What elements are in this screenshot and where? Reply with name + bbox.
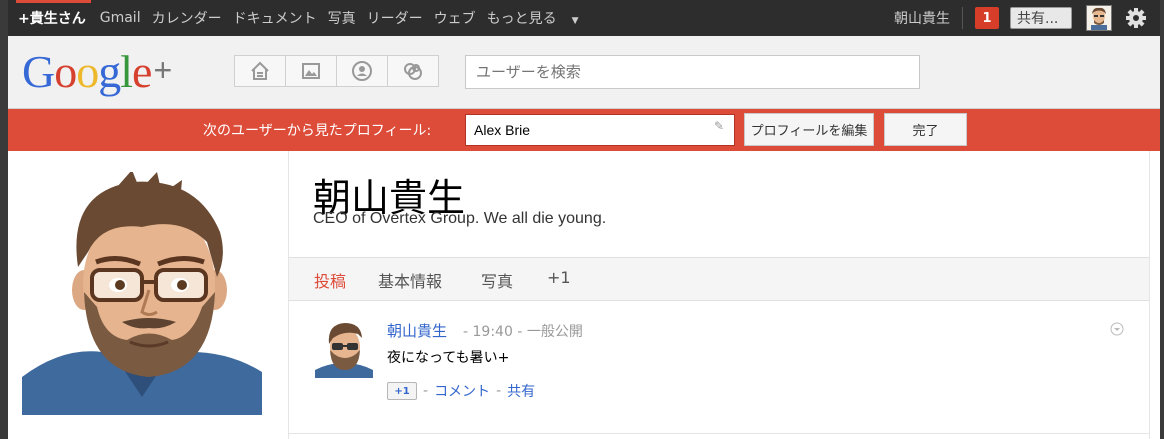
post-time[interactable]: 19:40	[473, 324, 513, 340]
window-edge-left	[0, 0, 8, 439]
photos-icon[interactable]	[285, 55, 337, 87]
share-button[interactable]: 共有...	[1010, 7, 1072, 29]
profile-tagline: CEO of Overtex Group. We all die young.	[313, 210, 607, 227]
nav-reader[interactable]: リーダー	[367, 8, 423, 28]
tab-photos[interactable]: 写真	[481, 268, 513, 292]
comment-link[interactable]: コメント	[434, 381, 490, 401]
logo-plus: +	[153, 52, 172, 88]
post-visibility[interactable]: 一般公開	[527, 324, 583, 340]
avatar-icon[interactable]	[1086, 5, 1112, 31]
post-divider	[289, 433, 1149, 434]
window-edge-right	[1160, 0, 1164, 439]
profile-icon[interactable]	[336, 55, 388, 87]
post-actions: +1 - コメント - 共有	[387, 381, 535, 401]
header: Google+	[8, 36, 1160, 109]
top-nav: +貴生さん Gmail カレンダー ドキュメント 写真 リーダー ウェブ もっと…	[18, 0, 601, 36]
logo-letter: l	[120, 46, 133, 97]
tab-posts[interactable]: 投稿	[314, 268, 346, 292]
nav-me[interactable]: +貴生さん	[18, 8, 86, 28]
logo-letter: G	[22, 46, 55, 97]
plus-one-button[interactable]: +1	[387, 382, 417, 400]
edit-profile-button[interactable]: プロフィールを編集	[744, 113, 874, 146]
profile-content: 朝山貴生 CEO of Overtex Group. We all die yo…	[288, 151, 1150, 439]
caret-down-icon: ▼	[571, 16, 579, 26]
top-bar-right: 朝山貴生 1 共有...	[894, 0, 1160, 36]
action-dash: -	[423, 383, 429, 399]
post-author-avatar[interactable]	[315, 320, 373, 378]
view-as-bar: 次のユーザーから見たプロフィール: ✎ プロフィールを編集 完了	[8, 109, 1160, 151]
post-menu-chevron-icon[interactable]	[1110, 321, 1124, 336]
tab-about[interactable]: 基本情報	[378, 268, 442, 292]
profile-tabs: 投稿 基本情報 写真 +1	[289, 257, 1149, 301]
home-icon[interactable]	[234, 55, 286, 87]
profile-photo	[22, 170, 262, 415]
nav-more[interactable]: もっと見る ▼	[487, 8, 590, 28]
account-name[interactable]: 朝山貴生	[894, 8, 950, 28]
share-link[interactable]: 共有	[507, 381, 535, 401]
nav-web[interactable]: ウェブ	[434, 8, 476, 28]
search-input[interactable]	[465, 55, 920, 89]
post: 朝山貴生 - 19:40 - 一般公開 夜になっても暑い+ +1 - コメント …	[313, 317, 1133, 417]
tab-plus-one[interactable]: +1	[547, 268, 571, 287]
action-dash: -	[496, 383, 502, 399]
google-plus-logo[interactable]: Google+	[22, 44, 172, 98]
notification-count[interactable]: 1	[975, 7, 999, 29]
view-as-label: 次のユーザーから見たプロフィール:	[203, 123, 432, 139]
post-author-name[interactable]: 朝山貴生	[387, 320, 447, 341]
meta-dash: -	[517, 324, 523, 340]
post-meta: - 19:40 - 一般公開	[463, 321, 583, 341]
logo-letter: g	[98, 46, 121, 97]
logo-letter: e	[132, 46, 152, 97]
nav-calendar[interactable]: カレンダー	[152, 8, 222, 28]
logo-letter: o	[76, 46, 99, 97]
done-button[interactable]: 完了	[884, 113, 967, 146]
view-as-input[interactable]	[465, 114, 735, 146]
nav-gmail[interactable]: Gmail	[100, 10, 141, 26]
post-body: 夜になっても暑い+	[387, 350, 510, 366]
nav-documents[interactable]: ドキュメント	[233, 8, 317, 28]
google-top-bar: +貴生さん Gmail カレンダー ドキュメント 写真 リーダー ウェブ もっと…	[8, 0, 1160, 36]
meta-dash: -	[463, 324, 469, 340]
nav-photos[interactable]: 写真	[328, 8, 356, 28]
gear-icon[interactable]	[1124, 6, 1148, 30]
main-nav-icons	[234, 55, 439, 87]
nav-more-label: もっと見る	[486, 11, 557, 27]
circles-icon[interactable]	[387, 55, 439, 87]
divider	[962, 7, 963, 29]
logo-letter: o	[54, 46, 77, 97]
pencil-icon: ✎	[714, 119, 725, 133]
